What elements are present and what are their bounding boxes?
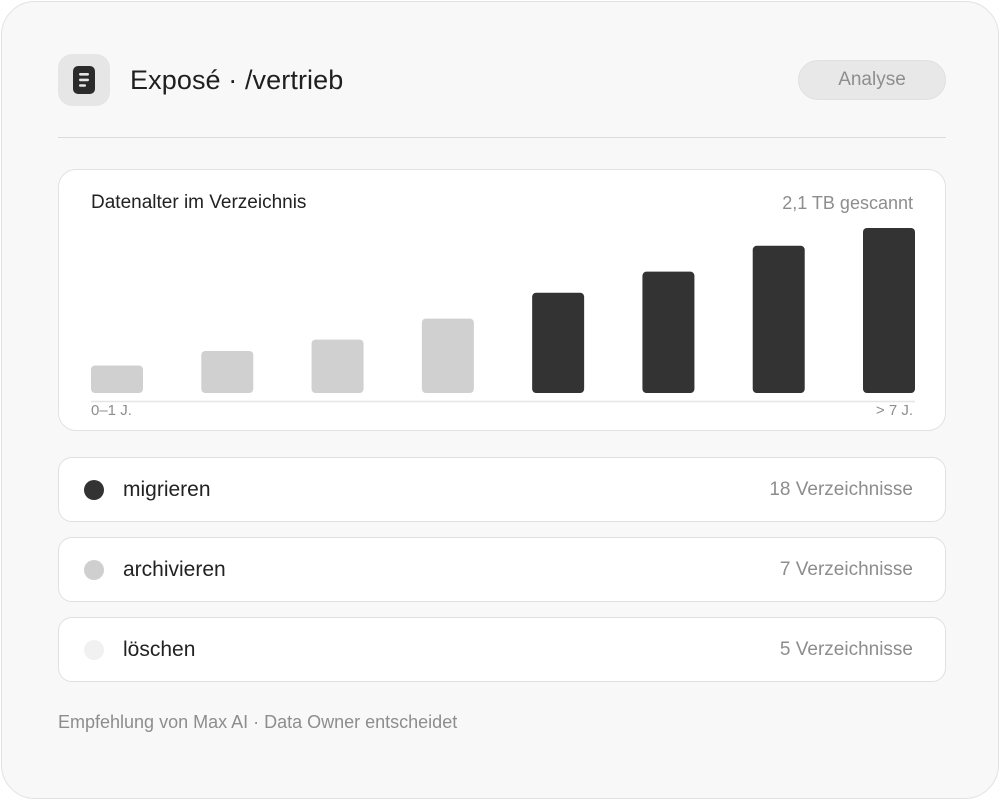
footer-note: Empfehlung von Max AI · Data Owner entsc… [58,712,458,732]
data-age-chart-panel: Datenalter im Verzeichnis 2,1 TB gescann… [58,169,946,431]
analyse-button[interactable]: Analyse [798,60,946,100]
age-bar-7 [752,245,805,393]
data-age-bar-chart [91,228,915,403]
page-title: Exposé · /vertrieb [130,65,344,95]
action-row-migrieren[interactable]: migrieren 18 Verzeichnisse [58,457,946,522]
age-bar-4 [421,318,474,393]
action-row-archivieren[interactable]: archivieren 7 Verzeichnisse [58,537,946,602]
status-dot [84,480,104,500]
action-label: migrieren [123,478,211,501]
age-bar-3 [311,339,364,393]
directory-count: 18 Verzeichnisse [769,479,913,500]
document-icon [58,54,110,106]
age-bar-2 [201,350,254,393]
directory-count: 5 Verzeichnisse [779,639,913,660]
action-label: archivieren [123,558,226,581]
status-dot [84,560,104,580]
age-bar-8 [863,228,915,393]
age-bar-6 [642,271,695,393]
status-dot [84,640,104,660]
directory-count: 7 Verzeichnisse [779,559,913,580]
age-bar-1 [91,365,143,393]
x-axis-end-label: > 7 J. [875,402,913,419]
header-divider [58,137,946,138]
recommendation-card: Exposé · /vertrieb Analyse Datenalter im… [1,1,999,799]
action-row-loeschen[interactable]: löschen 5 Verzeichnisse [58,617,946,682]
action-label: löschen [123,638,196,661]
x-axis-start-label: 0–1 J. [91,402,132,419]
age-bar-5 [532,292,585,393]
